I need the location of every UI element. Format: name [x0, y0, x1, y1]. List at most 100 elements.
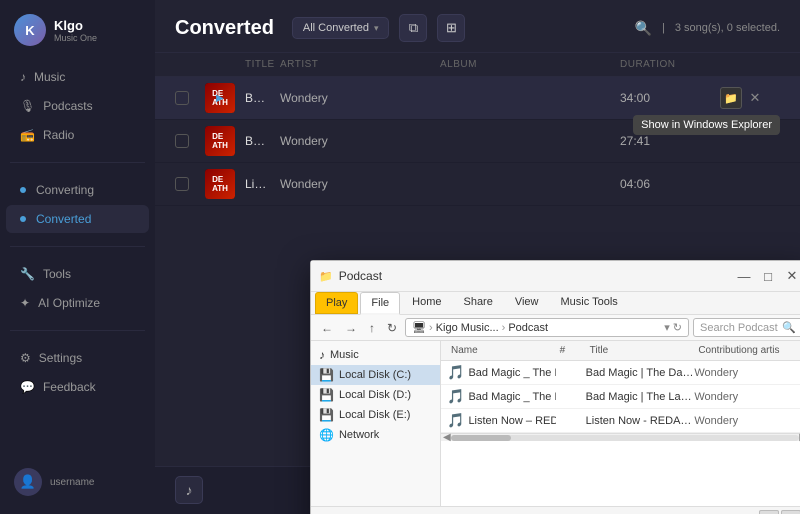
- fe-tab-file-label: File: [371, 297, 389, 309]
- filter-dropdown-btn[interactable]: All Converted ▾: [292, 17, 390, 39]
- filter-icon-btn[interactable]: ⧉: [399, 14, 427, 42]
- fe-file-row[interactable]: 🎵 Bad Magic _ The Da... Bad Magic | The …: [441, 361, 800, 385]
- fe-tab-share[interactable]: Share: [453, 292, 502, 314]
- fe-tab-music-tools-label: Music Tools: [561, 296, 618, 308]
- sidebar-footer: 👤 username: [0, 450, 155, 514]
- fe-list-view-btn[interactable]: ≡: [759, 510, 779, 514]
- converting-dot: [20, 187, 26, 193]
- fe-tab-play[interactable]: Play: [315, 292, 358, 314]
- fe-back-btn[interactable]: ←: [317, 319, 337, 337]
- username-label: username: [50, 477, 94, 488]
- play-icon: ▶: [216, 93, 224, 104]
- fe-tab-share-label: Share: [463, 296, 492, 308]
- fe-path-refresh-btn[interactable]: ↻: [673, 321, 682, 334]
- music-note-btn[interactable]: ♪: [175, 476, 203, 504]
- fe-scroll-thumb: [451, 435, 511, 441]
- table-row[interactable]: DEATH ▶ Bad Magic | The Data are the ...…: [155, 77, 800, 120]
- fe-minimize-btn[interactable]: —: [735, 267, 753, 285]
- fe-path-dropdown-btn[interactable]: ▾: [664, 321, 670, 334]
- sidebar-label-tools: Tools: [43, 267, 71, 281]
- sidebar-section-convert: Converting Converted: [0, 169, 155, 240]
- tools-icon: 🔧: [20, 267, 35, 281]
- sidebar-item-converting[interactable]: Converting: [6, 176, 149, 204]
- fe-tab-music-tools[interactable]: Music Tools: [551, 292, 628, 314]
- sidebar-section-bottom: ⚙ Settings 💬 Feedback: [0, 337, 155, 408]
- row-checkbox-3[interactable]: [175, 177, 189, 191]
- sidebar: K Klgo Music One ♪ Music 🎙 Podcasts 📻 Ra…: [0, 0, 155, 514]
- sidebar-label-converted: Converted: [36, 212, 91, 226]
- fe-nav-network[interactable]: 🌐 Network: [311, 425, 440, 445]
- sidebar-item-tools[interactable]: 🔧 Tools: [6, 260, 149, 288]
- fe-addressbar: ← → ↑ ↻ 🖥 › Kigo Music... › Podcast ▾ ↻ …: [311, 315, 800, 341]
- sidebar-item-feedback[interactable]: 💬 Feedback: [6, 373, 149, 401]
- grid-view-btn[interactable]: ⊞: [437, 14, 465, 42]
- fe-file-icon-1: 🎵: [447, 364, 464, 381]
- sidebar-item-podcasts[interactable]: 🎙 Podcasts: [6, 92, 149, 120]
- fe-file-row[interactable]: 🎵 Bad Magic _ The La... Bad Magic | The …: [441, 385, 800, 409]
- fe-search-box[interactable]: Search Podcast 🔍: [693, 318, 800, 337]
- fe-file-name-1: 🎵 Bad Magic _ The Da...: [447, 364, 556, 381]
- show-folder-btn[interactable]: 📁: [720, 87, 742, 109]
- sidebar-label-radio: Radio: [43, 128, 74, 142]
- fe-tab-home[interactable]: Home: [402, 292, 451, 314]
- fe-refresh-btn[interactable]: ↻: [383, 319, 401, 337]
- row-actions-1: 📁 ✕: [720, 87, 780, 109]
- album-art-2: DEATH: [205, 126, 235, 156]
- fe-close-btn[interactable]: ✕: [783, 267, 800, 285]
- row-checkbox-1[interactable]: [175, 91, 189, 105]
- sidebar-divider-1: [10, 162, 145, 163]
- fe-file-title-1: Bad Magic | The Data are t...: [586, 367, 695, 379]
- fe-nav-local-c-label: Local Disk (C:): [339, 369, 411, 381]
- music-icon: ♪: [20, 70, 26, 84]
- col-album: ALBUM: [440, 59, 620, 70]
- fe-maximize-btn[interactable]: □: [759, 267, 777, 285]
- fe-nav-music-label: Music: [330, 349, 359, 361]
- file-explorer-window: 📁 Podcast — □ ✕ Play File Home Share: [310, 260, 800, 514]
- fe-tab-view[interactable]: View: [505, 292, 549, 314]
- fe-scroll-left-btn[interactable]: ◀: [443, 432, 451, 443]
- fe-nav-local-c[interactable]: 💾 Local Disk (C:): [311, 365, 440, 385]
- user-avatar-row[interactable]: 👤 username: [0, 460, 155, 504]
- remove-row-btn[interactable]: ✕: [746, 89, 764, 107]
- col-check: [175, 59, 205, 70]
- podcasts-icon: 🎙: [20, 99, 35, 113]
- row-title-3: Listen Now - REDACTED: Decl...: [245, 177, 280, 191]
- row-duration-3: 04:06: [620, 177, 720, 191]
- fe-tabs: Play File Home Share View Music Tools: [311, 292, 800, 314]
- fe-tab-view-label: View: [515, 296, 539, 308]
- row-duration-2: 27:41: [620, 134, 720, 148]
- sidebar-label-podcasts: Podcasts: [43, 99, 92, 113]
- fe-nav-music[interactable]: ♪ Music: [311, 345, 440, 365]
- sidebar-item-converted[interactable]: Converted: [6, 205, 149, 233]
- sidebar-item-music[interactable]: ♪ Music: [6, 63, 149, 91]
- fe-file-title-2: Bad Magic | The Lawsuit | ...: [586, 391, 695, 403]
- fe-file-row[interactable]: 🎵 Listen Now – REDA... Listen Now - REDA…: [441, 409, 800, 433]
- row-title-2: Bad Magic | The Lawsuit | S4-E6: [245, 134, 280, 148]
- fe-nav-local-e[interactable]: 💾 Local Disk (E:): [311, 405, 440, 425]
- settings-icon: ⚙: [20, 351, 31, 365]
- fe-path-home-icon: 🖥: [412, 321, 426, 334]
- sidebar-label-music: Music: [34, 70, 65, 84]
- fe-title-icon: 📁: [319, 270, 333, 283]
- fe-up-btn[interactable]: ↑: [365, 319, 379, 337]
- separator: |: [662, 22, 665, 34]
- fe-path-box[interactable]: 🖥 › Kigo Music... › Podcast ▾ ↻: [405, 318, 689, 337]
- fe-tab-file[interactable]: File: [360, 292, 400, 315]
- sidebar-section-main: ♪ Music 🎙 Podcasts 📻 Radio: [0, 56, 155, 156]
- sidebar-item-radio[interactable]: 📻 Radio: [6, 121, 149, 149]
- row-checkbox-2[interactable]: [175, 134, 189, 148]
- fe-scrollbar-horizontal[interactable]: ◀ ▶: [441, 433, 800, 441]
- col-artist: ARTIST: [280, 59, 440, 70]
- table-row[interactable]: DEATH Listen Now - REDACTED: Decl... Won…: [155, 163, 800, 206]
- sidebar-item-ai-optimize[interactable]: ✦ AI Optimize: [6, 289, 149, 317]
- fe-forward-btn[interactable]: →: [341, 319, 361, 337]
- sidebar-item-settings[interactable]: ⚙ Settings: [6, 344, 149, 372]
- fe-nav-local-d[interactable]: 💾 Local Disk (D:): [311, 385, 440, 405]
- album-art-3: DEATH: [205, 169, 235, 199]
- fe-nav-local-d-label: Local Disk (D:): [339, 389, 411, 401]
- search-btn[interactable]: 🔍: [635, 20, 652, 37]
- fe-nav-pane: ♪ Music 💾 Local Disk (C:) 💾 Local Disk (…: [311, 341, 441, 506]
- app-subtitle: Music One: [54, 33, 97, 43]
- fe-detail-view-btn[interactable]: ⊞: [781, 510, 800, 514]
- fe-path-separator-2: ›: [502, 322, 506, 334]
